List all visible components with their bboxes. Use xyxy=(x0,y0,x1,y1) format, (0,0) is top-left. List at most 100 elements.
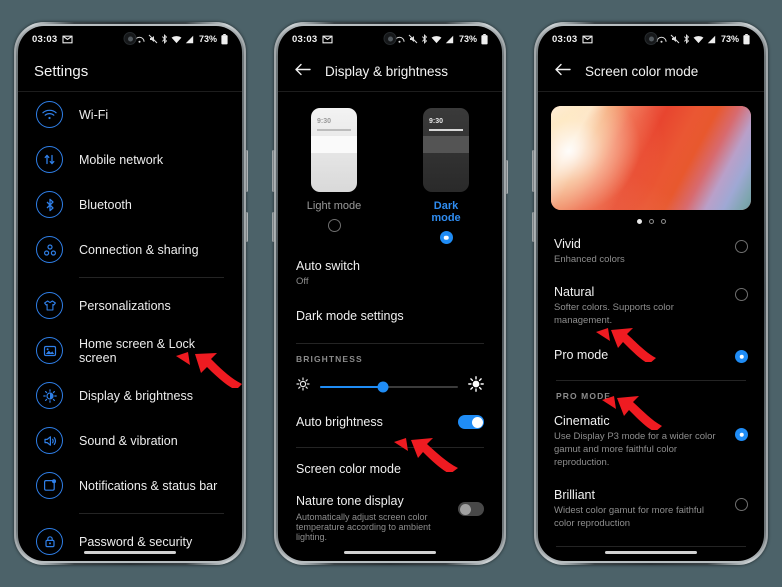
messages-icon xyxy=(62,35,73,44)
dark-mode-settings-row[interactable]: Dark mode settings xyxy=(278,298,502,334)
connection-sharing-icon xyxy=(36,236,63,263)
auto-switch-value: Off xyxy=(296,276,309,287)
home-indicator[interactable] xyxy=(344,551,436,554)
option-desc: Widest color gamut for more faithful col… xyxy=(554,504,704,529)
status-time: 03:03 xyxy=(32,33,58,45)
auto-brightness-toggle[interactable] xyxy=(458,415,484,429)
screen-color-mode-row[interactable]: Screen color mode xyxy=(278,448,502,484)
pro-mode-caption: PRO MODE xyxy=(556,391,612,402)
cinematic-radio[interactable] xyxy=(735,428,748,442)
phone-2-display-brightness: 03:03 73% Display & brightness 9:30 Ligh… xyxy=(260,0,520,587)
front-camera-punch-hole xyxy=(644,32,658,45)
phone-2-app-bar: Display & brightness xyxy=(278,52,502,92)
back-arrow-icon[interactable] xyxy=(554,63,571,81)
sidebar-item-connection-sharing[interactable]: Connection & sharing xyxy=(18,227,242,272)
dark-mode-radio[interactable] xyxy=(439,231,453,244)
option-desc: Softer colors. Supports color management… xyxy=(554,301,674,326)
color-mode-option-vivid[interactable]: Vivid Enhanced colors xyxy=(538,228,764,276)
mute-icon xyxy=(408,34,418,44)
status-bar: 03:03 73% xyxy=(538,26,764,52)
phone-3-screen: 03:03 73% Screen color mode Vivid Enhanc… xyxy=(538,26,764,561)
phone-2-screen: 03:03 73% Display & brightness 9:30 Ligh… xyxy=(278,26,502,561)
phone-3-app-bar: Screen color mode xyxy=(538,52,764,92)
light-mode-radio[interactable] xyxy=(327,219,341,232)
vivid-radio[interactable] xyxy=(735,240,748,253)
volume-buttons[interactable] xyxy=(272,150,275,192)
status-bar-right: 73% xyxy=(134,33,228,45)
pro-mode-radio[interactable] xyxy=(735,350,748,364)
battery-percent: 73% xyxy=(198,34,217,44)
password-security-icon xyxy=(36,528,63,555)
sidebar-item-bluetooth[interactable]: Bluetooth xyxy=(18,182,242,227)
sidebar-item-home-lock-screen[interactable]: Home screen & Lock screen xyxy=(18,328,242,373)
screen-color-mode-title: Screen color mode xyxy=(296,462,401,476)
auto-switch-title: Auto switch xyxy=(296,259,360,273)
home-indicator[interactable] xyxy=(84,551,176,554)
page-title: Screen color mode xyxy=(585,64,699,79)
natural-radio[interactable] xyxy=(735,287,748,301)
nature-tone-row[interactable]: Nature tone display Automatically adjust… xyxy=(278,484,502,552)
vpn-icon xyxy=(656,35,667,44)
nature-tone-toggle[interactable] xyxy=(458,502,484,516)
sidebar-item-sound-vibration[interactable]: Sound & vibration xyxy=(18,418,242,463)
home-indicator[interactable] xyxy=(605,551,697,554)
option-desc: Use Display P3 mode for a wider color ga… xyxy=(554,431,716,469)
auto-switch-row[interactable]: Auto switch Off xyxy=(278,248,502,298)
color-mode-option-natural[interactable]: Natural Softer colors. Supports color ma… xyxy=(538,276,764,337)
power-button[interactable] xyxy=(245,212,248,242)
auto-brightness-row[interactable]: Auto brightness xyxy=(278,401,502,439)
power-button[interactable] xyxy=(272,212,275,242)
sidebar-item-label: Home screen & Lock screen xyxy=(79,336,196,365)
phone-1-settings: 03:03 73% Settings Wi-Fi Mobile network … xyxy=(0,0,260,587)
dark-mode-option[interactable]: 9:30 Dark mode xyxy=(418,108,474,244)
sidebar-item-notifications-status-bar[interactable]: Notifications & status bar xyxy=(18,463,242,508)
power-button[interactable] xyxy=(532,212,535,242)
dark-mode-label: Dark mode xyxy=(431,200,461,224)
pro-option-brilliant[interactable]: Brilliant Widest color gamut for more fa… xyxy=(538,479,764,540)
display-brightness-icon xyxy=(36,382,63,409)
bluetooth-icon xyxy=(161,34,168,44)
brightness-slider-row[interactable] xyxy=(278,368,502,401)
option-label: Cinematic xyxy=(554,414,610,429)
signal-icon xyxy=(445,35,454,44)
wifi-icon xyxy=(36,101,63,128)
mute-icon xyxy=(148,34,158,44)
page-title: Display & brightness xyxy=(325,64,449,79)
volume-buttons[interactable] xyxy=(532,150,535,192)
option-label: Vivid xyxy=(554,237,581,251)
pro-option-cinematic[interactable]: Cinematic Use Display P3 mode for a wide… xyxy=(538,405,764,478)
sidebar-item-display-brightness[interactable]: Display & brightness xyxy=(18,373,242,418)
battery-icon xyxy=(221,33,228,45)
brightness-knob[interactable] xyxy=(377,381,389,392)
page-dot[interactable] xyxy=(636,219,642,224)
option-label: Pro mode xyxy=(554,348,609,363)
sidebar-item-label: Notifications & status bar xyxy=(79,478,218,493)
alert-slider[interactable] xyxy=(505,160,508,194)
brightness-track[interactable] xyxy=(320,381,458,392)
page-dot[interactable] xyxy=(660,219,666,224)
battery-percent: 73% xyxy=(458,34,477,44)
sidebar-item-mobile-network[interactable]: Mobile network xyxy=(18,137,242,182)
preview-page-dots[interactable] xyxy=(538,210,764,228)
thumbnail-time: 9:30 xyxy=(429,118,444,125)
signal-icon xyxy=(185,35,194,44)
thumbnail-bar xyxy=(429,129,463,131)
back-arrow-icon[interactable] xyxy=(294,63,311,81)
sidebar-item-label: Personalizations xyxy=(79,298,171,313)
status-bar-right: 73% xyxy=(394,33,488,45)
phone-1-screen: 03:03 73% Settings Wi-Fi Mobile network … xyxy=(18,26,242,561)
sidebar-item-personalizations[interactable]: Personalizations xyxy=(18,283,242,328)
dark-mode-thumbnail: 9:30 xyxy=(423,108,469,192)
theme-mode-picker: 9:30 Light mode 9:30 Dark mode xyxy=(278,92,502,248)
page-dot[interactable] xyxy=(648,219,654,224)
light-mode-option[interactable]: 9:30 Light mode xyxy=(306,108,362,244)
personalizations-icon xyxy=(36,292,63,319)
phone-1-app-bar: Settings xyxy=(18,52,242,92)
color-mode-option-pro-mode[interactable]: Pro mode xyxy=(538,336,764,374)
battery-icon xyxy=(481,33,488,45)
sidebar-item-password-security[interactable]: Password & security xyxy=(18,519,242,561)
volume-buttons[interactable] xyxy=(245,150,248,192)
battery-icon xyxy=(743,33,750,45)
sidebar-item-wifi[interactable]: Wi-Fi xyxy=(18,92,242,137)
brilliant-radio[interactable] xyxy=(735,497,748,511)
